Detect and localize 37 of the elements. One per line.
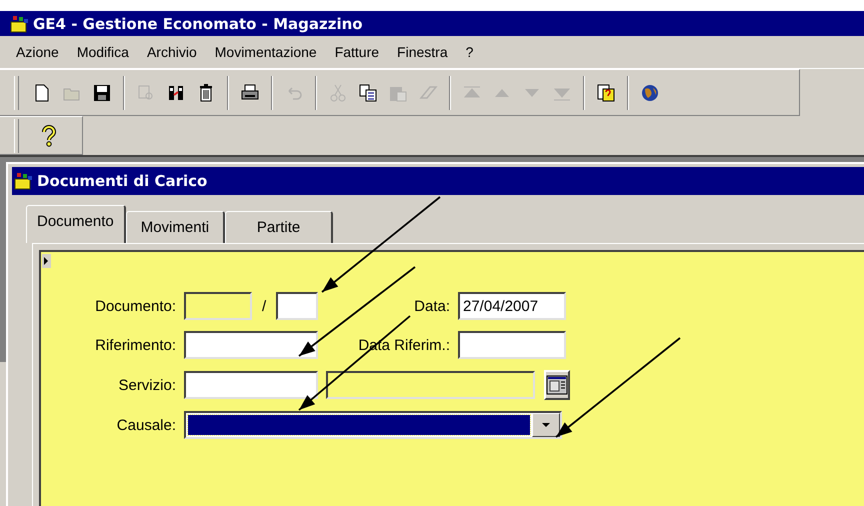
field-label: Data: <box>414 298 450 314</box>
help-icon <box>39 124 59 146</box>
tab[interactable]: Documento <box>26 205 126 243</box>
separator-text: / <box>262 298 266 314</box>
tab[interactable]: Partite <box>225 211 334 243</box>
input-field[interactable] <box>276 292 318 320</box>
menu-item[interactable]: Fatture <box>334 44 380 60</box>
printer-icon <box>240 82 260 102</box>
caret-icon <box>541 422 551 428</box>
dropdown-field[interactable] <box>184 411 562 439</box>
field-label: Causale: <box>116 416 176 434</box>
dropdown-button[interactable] <box>532 413 560 437</box>
record-marker-icon <box>42 254 51 268</box>
menu-item[interactable]: Finestra <box>397 44 448 60</box>
copy-icon <box>358 82 378 102</box>
menu-item[interactable]: Modifica <box>76 44 129 60</box>
form-window-icon <box>546 375 568 395</box>
app-icon <box>10 14 30 32</box>
menu-item[interactable]: ? <box>466 44 474 60</box>
date-field[interactable]: 27/04/2007 <box>458 292 566 320</box>
date-field[interactable] <box>458 331 566 359</box>
field-label: Documento: <box>95 298 176 314</box>
tab[interactable]: Movimenti <box>126 211 226 243</box>
menu-item[interactable]: Azione <box>16 44 59 60</box>
field-label: Riferimento: <box>95 336 176 354</box>
input-field[interactable] <box>184 371 318 399</box>
menu-item[interactable]: Movimentazione <box>214 44 317 60</box>
window-title: GE4 - Gestione Economato - Magazzino <box>33 14 363 32</box>
scissors-icon <box>328 82 348 102</box>
field-label: Servizio: <box>118 376 176 394</box>
menu-item[interactable]: Archivio <box>146 44 197 60</box>
lookup-button[interactable] <box>544 370 570 400</box>
globe-icon <box>640 82 660 102</box>
window-title: Documenti di Carico <box>37 172 208 190</box>
app-icon <box>14 172 34 190</box>
input-field[interactable] <box>184 331 318 359</box>
help-document-icon <box>596 82 616 102</box>
